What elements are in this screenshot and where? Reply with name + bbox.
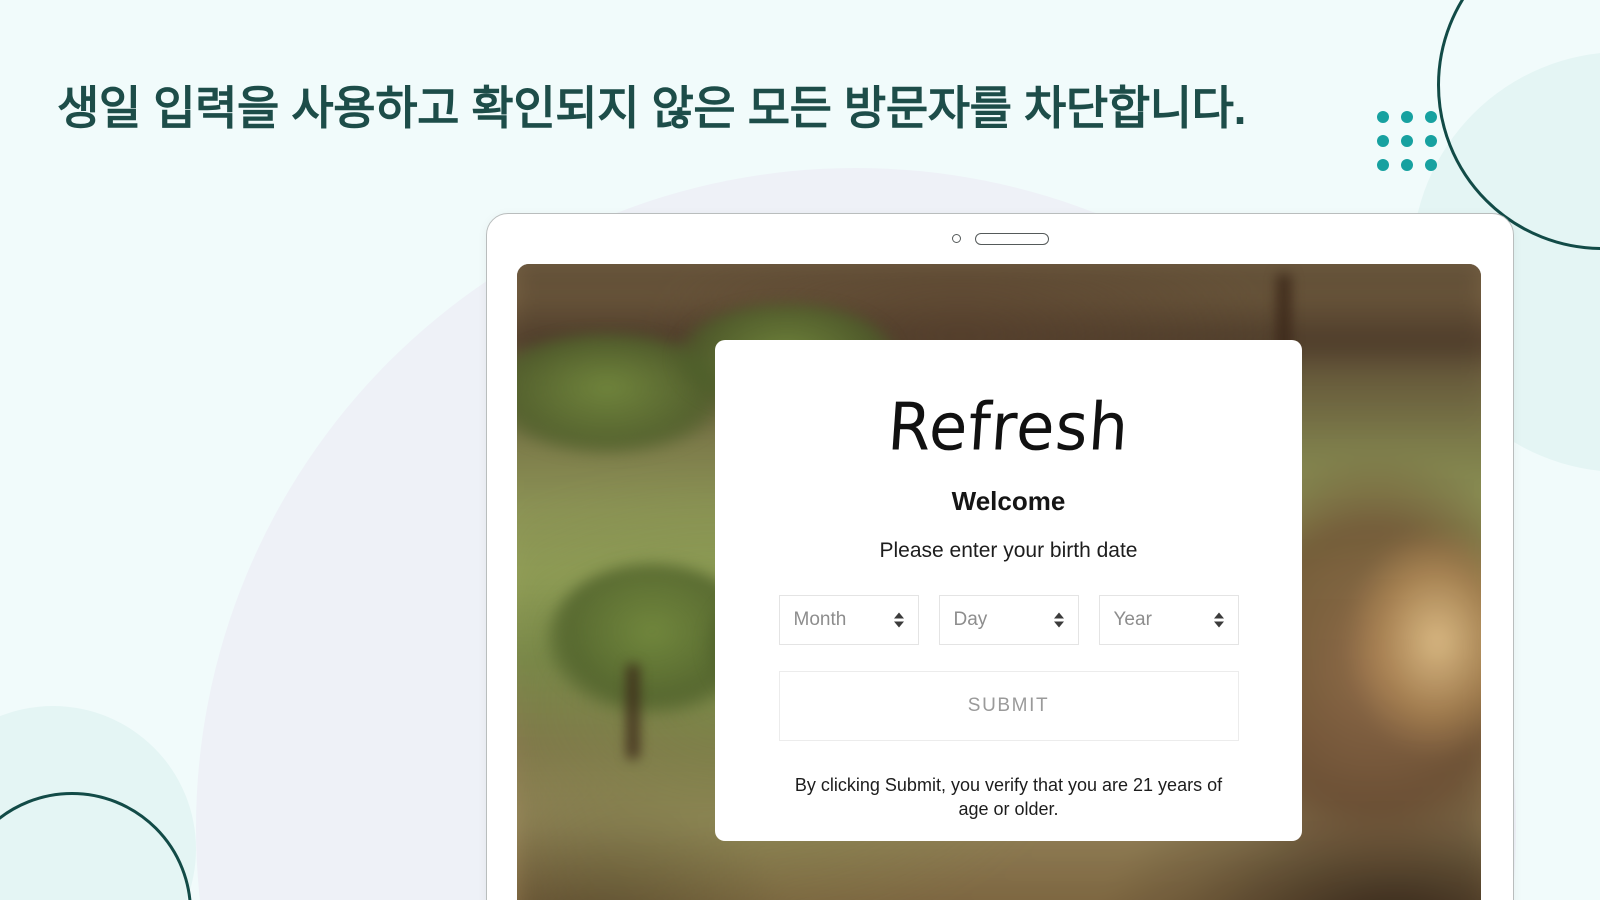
grid-dot xyxy=(1401,111,1413,123)
grid-dot xyxy=(1377,159,1389,171)
year-select-label: Year xyxy=(1113,609,1152,630)
grid-dot xyxy=(1377,135,1389,147)
camera-dot-icon xyxy=(951,234,961,243)
grid-dot xyxy=(1425,159,1437,171)
grid-dots-icon xyxy=(1377,111,1437,171)
month-select-label: Month xyxy=(793,609,847,630)
chevron-up-icon xyxy=(893,612,904,619)
chevron-down-icon xyxy=(893,621,904,628)
age-disclaimer-text: By clicking Submit, you verify that you … xyxy=(794,775,1223,820)
grid-dot xyxy=(1401,135,1413,147)
chevron-updown-icon xyxy=(1213,612,1224,628)
chevron-updown-icon xyxy=(1053,612,1064,628)
brand-logo: Refresh xyxy=(885,387,1132,466)
speaker-slot-icon xyxy=(974,232,1049,245)
device-top-bar xyxy=(487,214,1513,263)
grid-dot xyxy=(1425,135,1437,147)
chevron-updown-icon xyxy=(893,612,904,628)
tablet-device-frame: Refresh Welcome Please enter your birth … xyxy=(486,213,1514,900)
month-select[interactable]: Month xyxy=(778,595,919,645)
grid-dot xyxy=(1401,159,1413,171)
submit-button[interactable]: SUBMIT xyxy=(778,671,1239,741)
chevron-up-icon xyxy=(1213,612,1224,619)
modal-heading: Welcome xyxy=(951,486,1066,516)
orchard-tree-trunk xyxy=(627,664,639,759)
year-select[interactable]: Year xyxy=(1098,595,1239,645)
birth-date-fields: Month Day Year xyxy=(757,595,1260,645)
modal-subtitle: Please enter your birth date xyxy=(879,539,1138,562)
chevron-down-icon xyxy=(1213,621,1224,628)
age-verification-modal: Refresh Welcome Please enter your birth … xyxy=(715,340,1302,841)
grid-dot xyxy=(1425,111,1437,123)
grid-dot xyxy=(1377,111,1389,123)
chevron-up-icon xyxy=(1053,612,1064,619)
page-title: 생일 입력을 사용하고 확인되지 않은 모든 방문자를 차단합니다. xyxy=(57,81,1246,134)
day-select-label: Day xyxy=(953,609,988,630)
day-select[interactable]: Day xyxy=(938,595,1079,645)
chevron-down-icon xyxy=(1053,621,1064,628)
